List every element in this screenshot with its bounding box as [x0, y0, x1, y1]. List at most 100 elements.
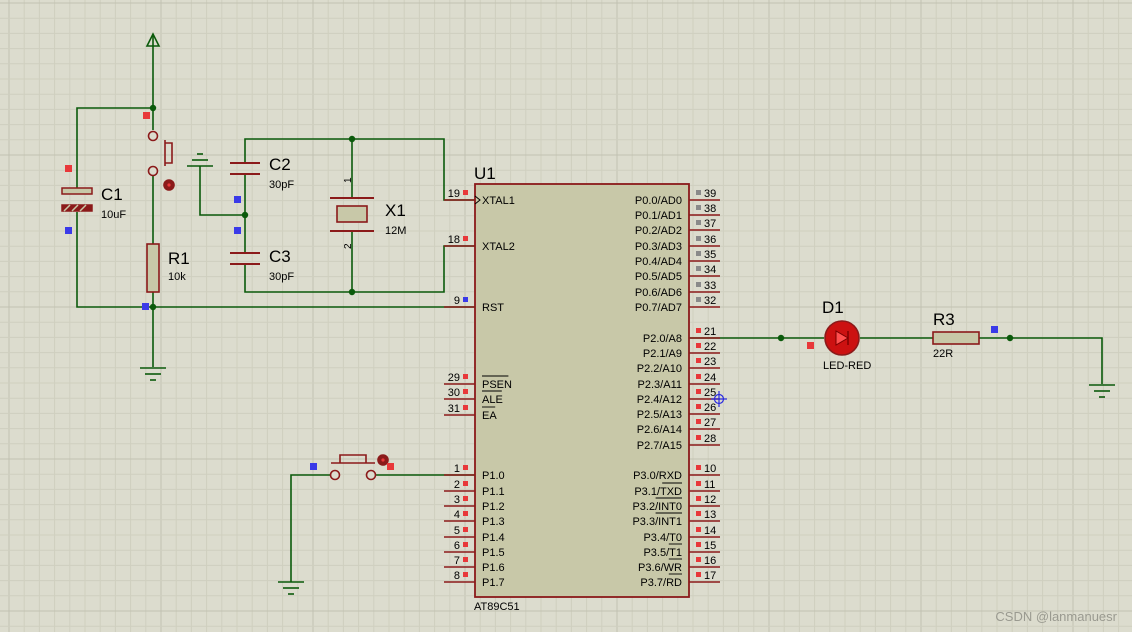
- ground-icon-rst[interactable]: [140, 367, 166, 381]
- ground-icon-led[interactable]: [1089, 384, 1115, 398]
- pin-marker: [696, 496, 701, 501]
- pin-marker: [463, 405, 468, 410]
- pin-marker: [463, 542, 468, 547]
- pin-marker: [463, 236, 468, 241]
- r1-value: 10k: [168, 271, 186, 283]
- pin-name: P1.3: [482, 516, 505, 528]
- crystal-x1[interactable]: 1 2 X1 12M: [330, 177, 406, 249]
- c2-ref: C2: [269, 155, 291, 174]
- u1-part: AT89C51: [474, 601, 520, 613]
- pin-name: P2.4/A12: [637, 394, 682, 406]
- pin-number: 2: [454, 479, 460, 491]
- pin-name: P3.0/RXD: [633, 470, 682, 482]
- power-terminal-icon[interactable]: [145, 32, 161, 48]
- pin-number: 10: [704, 463, 716, 475]
- pin-name: P1.5: [482, 547, 505, 559]
- pin-marker: [696, 266, 701, 271]
- pin-marker: [463, 465, 468, 470]
- pin-number: 17: [704, 570, 716, 582]
- pin-number: 11: [704, 479, 715, 491]
- pin-marker: [696, 297, 701, 302]
- pin-number: 32: [704, 295, 716, 307]
- pin-marker: [696, 190, 701, 195]
- pin-name: RST: [482, 302, 504, 314]
- ground-icon-button[interactable]: [278, 581, 304, 595]
- pin-marker: [696, 419, 701, 424]
- pin-number: 1: [454, 463, 460, 475]
- u1-ref: U1: [474, 164, 496, 183]
- port-marker: [234, 227, 241, 234]
- pin-number: 19: [448, 188, 460, 200]
- pin-name: P0.7/AD7: [635, 302, 682, 314]
- pin-number: 37: [704, 218, 716, 230]
- pin-number: 9: [454, 295, 460, 307]
- pin-name: P0.4/AD4: [635, 256, 682, 268]
- pin-name: EA: [482, 410, 497, 422]
- pin-name: P0.3/AD3: [635, 241, 682, 253]
- pin-number: 16: [704, 555, 716, 567]
- led-d1[interactable]: D1 LED-RED: [807, 298, 871, 372]
- pin-number: 13: [704, 509, 716, 521]
- capacitor-c3[interactable]: C3 30pF: [230, 247, 294, 283]
- pin-number: 22: [704, 341, 716, 353]
- switch-pin-marker: [143, 112, 150, 119]
- pin-number: 4: [454, 509, 460, 521]
- pin-marker: [696, 374, 701, 379]
- pin-name: P3.6/WR: [638, 562, 682, 574]
- pin-marker: [696, 251, 701, 256]
- pin-number: 5: [454, 525, 460, 537]
- pin-number: 8: [454, 570, 460, 582]
- d1-ref: D1: [822, 298, 844, 317]
- pin-name: P3.7/RD: [640, 577, 682, 589]
- pin-number: 26: [704, 402, 716, 414]
- c1-ref: C1: [101, 185, 123, 204]
- pin-number: 33: [704, 280, 716, 292]
- pin-name: P1.1: [482, 486, 505, 498]
- pin-number: 18: [448, 234, 460, 246]
- pin-marker: [463, 572, 468, 577]
- pin-number: 39: [704, 188, 716, 200]
- pin-marker: [463, 374, 468, 379]
- pin-marker: [696, 511, 701, 516]
- pin-marker: [696, 481, 701, 486]
- pin-marker: [696, 465, 701, 470]
- pin-name: P0.2/AD2: [635, 225, 682, 237]
- pin-marker: [463, 190, 468, 195]
- pin-marker: [463, 557, 468, 562]
- pin-marker: [463, 496, 468, 501]
- pin-name: P0.0/AD0: [635, 195, 682, 207]
- pin-name: P3.2/INT0: [632, 501, 682, 513]
- capacitor-c1[interactable]: C1 10uF: [61, 165, 126, 234]
- schematic-canvas[interactable]: C1 10uF R1 10k C2 30pF C3 30pF 1 2 X1 12…: [0, 0, 1132, 632]
- x1-pin1: 1: [343, 177, 354, 183]
- pin-name: P2.6/A14: [637, 424, 682, 436]
- r3-value: 22R: [933, 348, 953, 360]
- pin-number: 36: [704, 234, 716, 246]
- pin-marker: [696, 282, 701, 287]
- pin-name: PSEN: [482, 379, 512, 391]
- r1-ref: R1: [168, 249, 190, 268]
- pin-number: 23: [704, 356, 716, 368]
- c3-ref: C3: [269, 247, 291, 266]
- pin-name: P2.1/A9: [643, 348, 682, 360]
- c2-value: 30pF: [269, 179, 294, 191]
- pin-marker: [696, 205, 701, 210]
- pin-marker: [696, 572, 701, 577]
- pin-number: 21: [704, 326, 716, 338]
- pin-name: XTAL1: [482, 195, 515, 207]
- pin-name: P3.5/T1: [643, 547, 682, 559]
- pin-name: P1.6: [482, 562, 505, 574]
- pin-marker: [696, 404, 701, 409]
- pin-number: 6: [454, 540, 460, 552]
- pin-marker: [387, 463, 394, 470]
- x1-pin2: 2: [343, 243, 354, 249]
- pin-marker: [696, 220, 701, 225]
- pin-name: XTAL2: [482, 241, 515, 253]
- pin-name: P1.4: [482, 532, 505, 544]
- microcontroller-u1[interactable]: U1 AT89C51 19XTAL118XTAL29RST29PSEN30ALE…: [444, 164, 720, 613]
- pin-name: P1.0: [482, 470, 505, 482]
- pin-marker: [463, 389, 468, 394]
- pin-number: 14: [704, 525, 716, 537]
- pin-marker: [696, 389, 701, 394]
- pin-marker: [696, 236, 701, 241]
